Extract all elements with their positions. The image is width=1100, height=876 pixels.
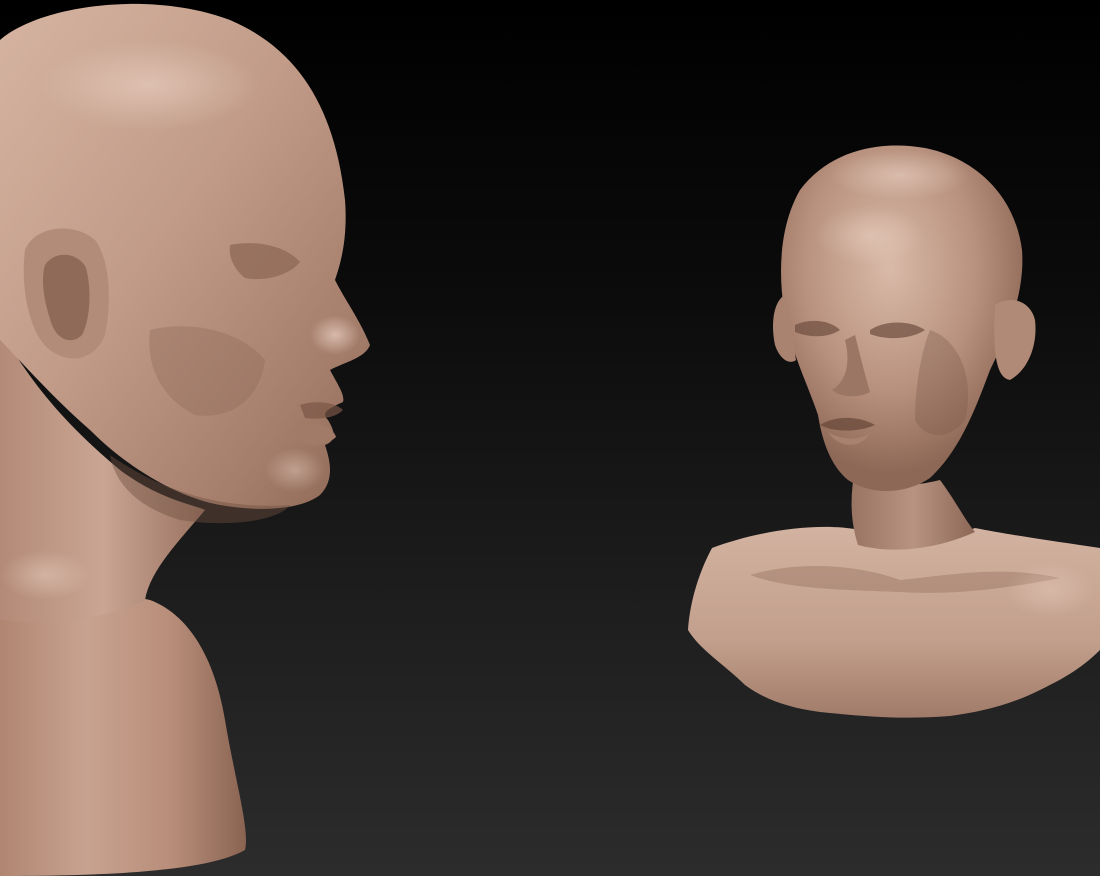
bust-shoulder-highlight: [1005, 562, 1095, 618]
sculpt-viewport[interactable]: [0, 0, 1100, 876]
profile-chin-highlight: [265, 448, 325, 492]
bust-crown-highlight: [830, 150, 970, 200]
viewport-canvas[interactable]: [0, 0, 1100, 876]
sculpt-bust-front[interactable]: [688, 145, 1100, 718]
profile-neck-highlight: [0, 550, 90, 600]
profile-torso: [0, 595, 246, 876]
sculpt-head-profile[interactable]: [0, 3, 370, 876]
bust-shoulders: [688, 526, 1100, 718]
bust-ear-right: [994, 300, 1036, 380]
profile-nose-highlight: [310, 315, 360, 355]
bust-forehead-highlight: [815, 205, 925, 265]
profile-forehead-highlight: [40, 40, 260, 130]
